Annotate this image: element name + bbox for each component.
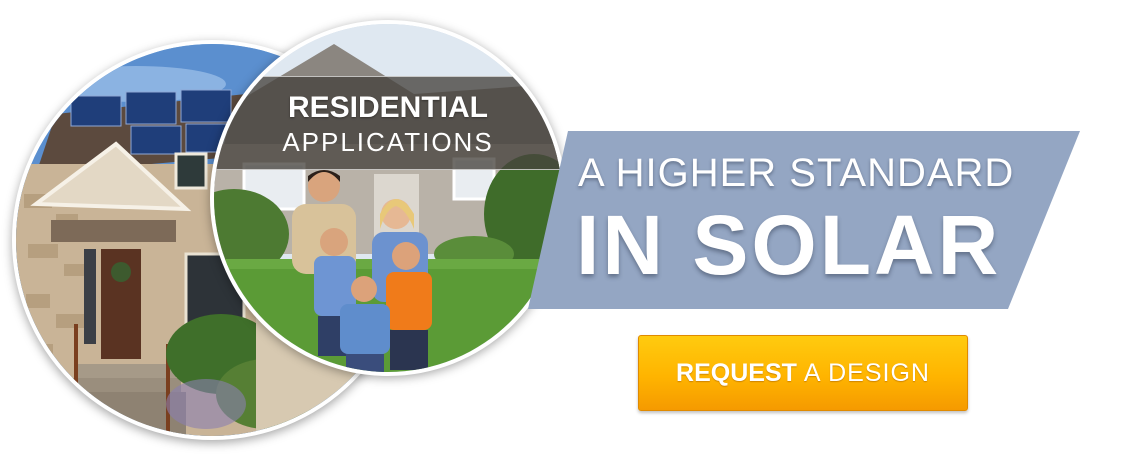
cta-bold-label: REQUEST [676,359,797,387]
applications-subtitle: APPLICATIONS [282,127,494,157]
headline-line-2: IN SOLAR [576,198,1002,292]
cta-label: A DESIGN [803,359,930,387]
request-design-button[interactable]: REQUEST A DESIGN [638,335,968,411]
headline-line-1: A HIGHER STANDARD [578,151,1015,195]
residential-applications-banner: RESIDENTIAL APPLICATIONS [214,76,562,170]
headline-ribbon: A HIGHER STANDARD IN SOLAR [528,131,1080,311]
solar-hero-banner: RESIDENTIAL APPLICATIONS A HIGHER STANDA… [0,0,1140,470]
residential-title: RESIDENTIAL [287,91,488,124]
family-photo: RESIDENTIAL APPLICATIONS [210,20,566,376]
